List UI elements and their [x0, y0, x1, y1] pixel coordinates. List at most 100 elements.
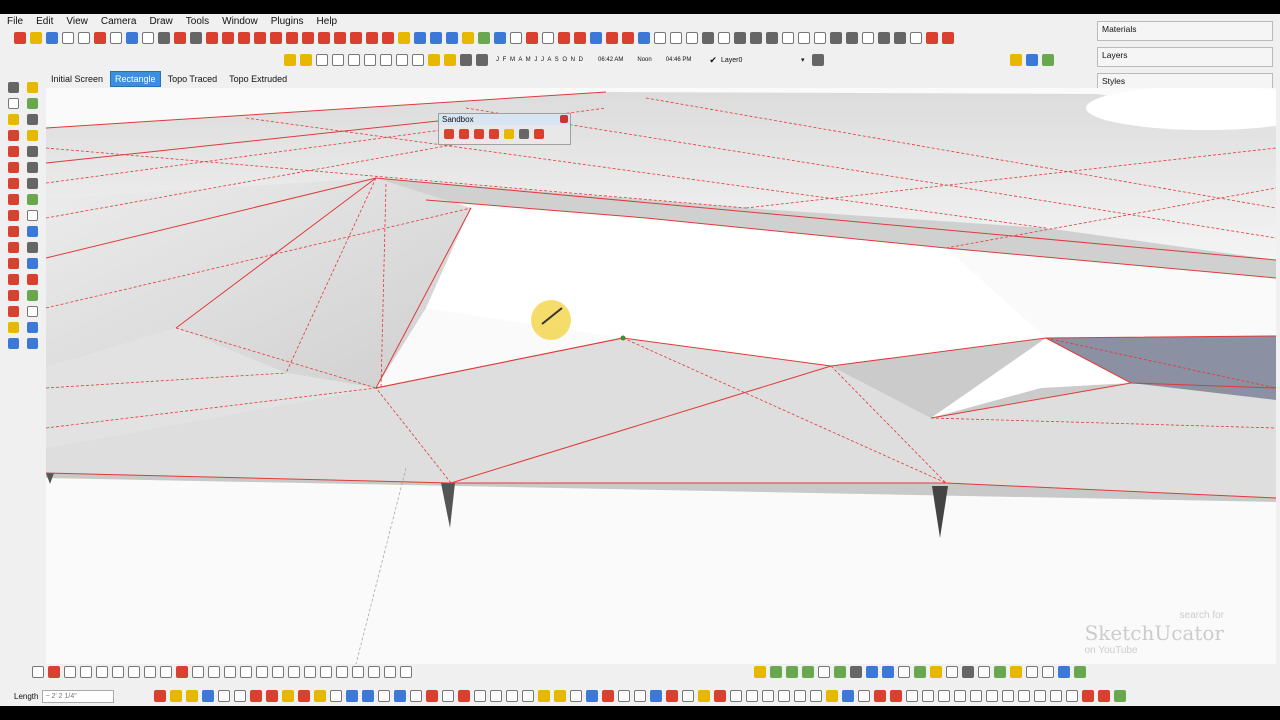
smoove-icon[interactable]	[27, 130, 38, 141]
text-icon[interactable]	[446, 32, 458, 44]
smoove-tool-icon[interactable]	[474, 129, 484, 139]
rotate-tool-icon[interactable]	[8, 242, 19, 253]
zoom-window-icon[interactable]	[510, 32, 522, 44]
scale-tool-icon[interactable]	[8, 258, 19, 269]
drape-tool-icon[interactable]	[504, 129, 514, 139]
top-view-icon[interactable]	[750, 32, 762, 44]
model-viewport[interactable]	[46, 88, 1276, 664]
axes-icon[interactable]	[32, 666, 44, 678]
tri-icon[interactable]	[128, 666, 140, 678]
sketchup-logo-icon[interactable]	[1010, 54, 1022, 66]
section-display-icon[interactable]	[846, 32, 858, 44]
status-tool-18-icon[interactable]	[426, 690, 439, 702]
zoom-extents-icon[interactable]	[526, 32, 538, 44]
arc-tool-icon[interactable]	[8, 210, 19, 221]
status-tool-51-icon[interactable]	[954, 690, 967, 702]
select-tool-icon[interactable]	[8, 82, 19, 93]
status-tool-46-icon[interactable]	[874, 690, 887, 702]
protractor-tool-icon[interactable]	[27, 322, 38, 333]
chevron-down-icon[interactable]: ▾	[801, 56, 805, 64]
plugin-8-icon[interactable]	[866, 666, 878, 678]
plugin-9-icon[interactable]	[882, 666, 894, 678]
status-tool-3-icon[interactable]	[186, 690, 199, 702]
plugin-1-icon[interactable]	[754, 666, 766, 678]
walk-tool-icon[interactable]	[27, 274, 38, 285]
copy-icon[interactable]	[78, 32, 90, 44]
plugin-3-icon[interactable]	[786, 666, 798, 678]
paint-tool-icon[interactable]	[8, 114, 19, 125]
mirror-icon[interactable]	[208, 666, 220, 678]
curve-icon[interactable]	[192, 666, 204, 678]
soften-icon[interactable]	[336, 666, 348, 678]
menu-edit[interactable]: Edit	[29, 14, 59, 30]
previous-icon[interactable]	[542, 32, 554, 44]
flip-icon[interactable]	[412, 54, 424, 66]
menu-view[interactable]: View	[59, 14, 94, 30]
open-icon[interactable]	[30, 32, 42, 44]
tab-topo-extruded[interactable]: Topo Extruded	[224, 71, 292, 87]
tape-measure-icon[interactable]	[398, 32, 410, 44]
status-tool-15-icon[interactable]	[378, 690, 391, 702]
rectangle-icon[interactable]	[238, 32, 250, 44]
protractor-icon[interactable]	[430, 32, 442, 44]
dimension-tool-icon[interactable]	[8, 322, 19, 333]
shadow-months[interactable]: J F M A M J J A S O N D	[496, 57, 584, 63]
group-icon[interactable]	[894, 32, 906, 44]
from-scratch-tool-icon[interactable]	[459, 129, 469, 139]
status-tool-30-icon[interactable]	[618, 690, 631, 702]
plugin-14-icon[interactable]	[962, 666, 974, 678]
status-tool-26-icon[interactable]	[554, 690, 567, 702]
status-tool-19-icon[interactable]	[442, 690, 455, 702]
status-tool-24-icon[interactable]	[522, 690, 535, 702]
status-tool-2-icon[interactable]	[170, 690, 183, 702]
status-tool-59-icon[interactable]	[1082, 690, 1095, 702]
status-tool-39-icon[interactable]	[762, 690, 775, 702]
plugin-18-icon[interactable]	[1026, 666, 1038, 678]
layer-select[interactable]: Layer0	[721, 57, 801, 64]
status-tool-1-icon[interactable]	[154, 690, 167, 702]
status-tool-61-icon[interactable]	[1114, 690, 1127, 702]
select-icon[interactable]	[190, 32, 202, 44]
status-tool-58-icon[interactable]	[1066, 690, 1079, 702]
grid-icon[interactable]	[144, 666, 156, 678]
polygon-tool-icon[interactable]	[8, 194, 19, 205]
add-detail-icon[interactable]	[27, 162, 38, 173]
status-tool-25-icon[interactable]	[538, 690, 551, 702]
drape-icon[interactable]	[27, 98, 38, 109]
circle-icon[interactable]	[254, 32, 266, 44]
status-tool-21-icon[interactable]	[474, 690, 487, 702]
status-tool-11-icon[interactable]	[314, 690, 327, 702]
rotate-icon[interactable]	[334, 32, 346, 44]
status-tool-52-icon[interactable]	[970, 690, 983, 702]
photo-match-icon[interactable]	[428, 54, 440, 66]
menu-window[interactable]: Window	[215, 14, 264, 30]
status-tool-53-icon[interactable]	[986, 690, 999, 702]
polygon-icon[interactable]	[96, 666, 108, 678]
offset-tool-icon[interactable]	[8, 290, 19, 301]
plugin-12-icon[interactable]	[930, 666, 942, 678]
flip-edge-tool-icon[interactable]	[534, 129, 544, 139]
plugin-10-icon[interactable]	[898, 666, 910, 678]
status-tool-22-icon[interactable]	[490, 690, 503, 702]
from-contours-icon[interactable]	[444, 129, 454, 139]
layer-manager-icon[interactable]	[812, 54, 825, 66]
move-tool-icon[interactable]	[8, 226, 19, 237]
plugin-20-icon[interactable]	[1058, 666, 1070, 678]
menu-file[interactable]: File	[0, 14, 29, 30]
tab-topo-traced[interactable]: Topo Traced	[163, 71, 223, 87]
extrude-icon[interactable]	[160, 666, 172, 678]
solid-split-icon[interactable]	[364, 54, 376, 66]
plugin-15-icon[interactable]	[978, 666, 990, 678]
pencil-icon[interactable]	[222, 32, 234, 44]
status-tool-4-icon[interactable]	[202, 690, 215, 702]
rect-2-icon[interactable]	[112, 666, 124, 678]
plugin-7-icon[interactable]	[850, 666, 862, 678]
status-tool-54-icon[interactable]	[1002, 690, 1015, 702]
offset-icon[interactable]	[382, 32, 394, 44]
orbit-tool-icon[interactable]	[27, 210, 38, 221]
look-around-icon[interactable]	[606, 32, 618, 44]
eraser-tool-icon[interactable]	[8, 98, 19, 109]
tab-rectangle[interactable]: Rectangle	[110, 71, 161, 87]
move-icon[interactable]	[302, 32, 314, 44]
status-tool-17-icon[interactable]	[410, 690, 423, 702]
